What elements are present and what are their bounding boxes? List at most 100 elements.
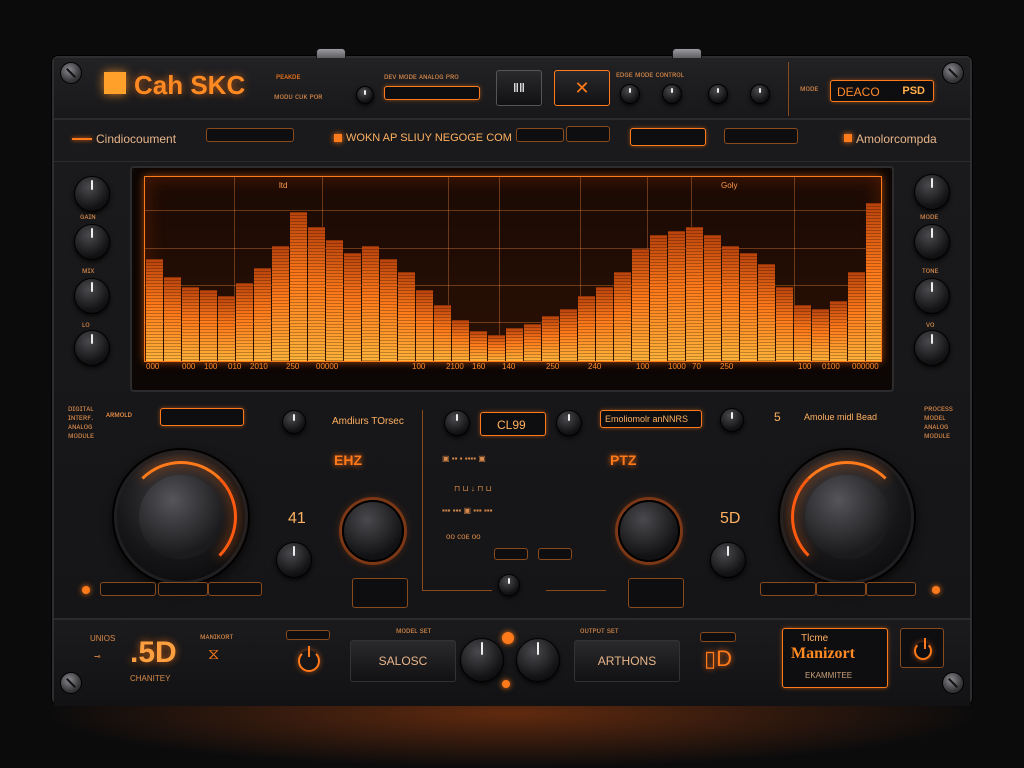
reflection-glow (40, 700, 984, 768)
center-readout-3: ▪▪▪ ▪▪▪ ▣ ▪▪▪ ▪▪▪ (442, 506, 493, 515)
right-medium-knob[interactable] (618, 500, 680, 562)
left-main-dial[interactable] (114, 450, 248, 584)
spectrum-bar (740, 253, 757, 361)
plug-icon: ⊸ (94, 652, 101, 661)
header-knob[interactable] (356, 86, 374, 104)
left-aux-knob[interactable] (276, 542, 312, 578)
header-right-caption: ᴍᴏᴅᴇ (800, 84, 819, 93)
center-readout-4: ᴏᴏ ᴄᴏᴇ ᴏᴏ (446, 532, 481, 541)
spectrum-bar (506, 327, 523, 361)
spectrum-bar (794, 305, 811, 361)
right-knob-2-label: ᴛᴏɴᴇ (922, 266, 939, 275)
app-title: Cah SKC (134, 70, 246, 100)
left-medium-knob[interactable] (342, 500, 404, 562)
audio-unit-panel: Cah SKC ᴘᴇᴀᴋᴅᴇ ᴍᴏᴅᴜ ᴄᴜᴋ ᴘᴏʀ ᴅᴇᴠ ᴍᴏᴅᴇ ᴀɴᴀ… (52, 48, 972, 706)
spectrum-bar (470, 331, 487, 361)
strip-center-field[interactable] (516, 128, 564, 142)
spectrum-bar (434, 305, 451, 361)
right-selector-label: Emoliomolr anNNRS (605, 414, 689, 424)
mode-button[interactable]: ǁǁ (496, 70, 542, 106)
screw-icon (60, 672, 82, 694)
center-right-knob[interactable] (556, 410, 582, 436)
left-output-box[interactable] (352, 578, 408, 608)
power-button-right[interactable] (914, 638, 932, 660)
bottom-knob-2[interactable] (516, 638, 560, 682)
left-selector[interactable] (160, 408, 244, 426)
header-knob-2[interactable] (662, 84, 682, 104)
salosc-button[interactable]: SALOSC (350, 640, 456, 682)
right-small-knob[interactable] (720, 408, 744, 432)
center-bottom-knob[interactable] (498, 574, 520, 596)
bottom-led-2 (502, 680, 510, 688)
left-small-knob[interactable] (282, 410, 306, 434)
right-mini-field-3[interactable] (866, 582, 916, 596)
left-knob-2[interactable] (74, 224, 110, 260)
strip-left-label: Cindiocoument (96, 132, 177, 146)
left-knob-1[interactable] (74, 176, 110, 212)
spectrum-bar (560, 308, 577, 361)
spectrum-bar (542, 316, 559, 361)
center-mini-box[interactable] (494, 548, 528, 560)
spectrum-bar (290, 212, 307, 361)
left-mini-field-3[interactable] (208, 582, 262, 596)
strip-center-label: WOKN AP SLIUY NEGOGE COM (346, 132, 512, 144)
header-caption: ᴍᴏᴅᴜ ᴄᴜᴋ ᴘᴏʀ (274, 92, 323, 101)
bottom-wings-icon: ⧖ (208, 646, 220, 663)
center-mini-box-2[interactable] (538, 548, 572, 560)
center-left-knob[interactable] (444, 410, 470, 436)
header-knob-3[interactable] (708, 84, 728, 104)
right-main-dial[interactable] (780, 450, 914, 584)
strip-right-led (844, 134, 852, 142)
bottom-knob-1[interactable] (460, 638, 504, 682)
left-knob-4[interactable] (74, 330, 110, 366)
preset-display[interactable]: DEACO PSD (830, 80, 934, 102)
left-mini-field-2[interactable] (158, 582, 208, 596)
left-knob-3[interactable] (74, 278, 110, 314)
right-knob-4[interactable] (914, 330, 950, 366)
right-mini-field[interactable] (760, 582, 816, 596)
strip-selector[interactable] (630, 128, 706, 146)
center-divider-left (422, 410, 423, 590)
right-knob-1[interactable] (914, 174, 950, 210)
top-bar: Cah SKC ᴘᴇᴀᴋᴅᴇ ᴍᴏᴅᴜ ᴄᴜᴋ ᴘᴏʀ ᴅᴇᴠ ᴍᴏᴅᴇ ᴀɴᴀ… (54, 58, 970, 120)
bottom-small-field[interactable] (286, 630, 330, 640)
strip-center-field-2[interactable] (566, 126, 610, 142)
right-mini-field-2[interactable] (816, 582, 866, 596)
header-knob-1[interactable] (620, 84, 640, 104)
strip-left-field[interactable] (206, 128, 294, 142)
spectrum-bar (848, 271, 865, 361)
divider (788, 62, 789, 116)
strip-right-field[interactable] (724, 128, 798, 144)
grid-line (145, 210, 881, 212)
left-mini-field[interactable] (100, 582, 156, 596)
screw-icon (60, 62, 82, 84)
frequency-tick-label: 250 (546, 362, 560, 371)
spectrum-bar (236, 282, 253, 361)
right-knob-3[interactable] (914, 278, 950, 314)
strip-led (72, 138, 92, 140)
bottom-small-field-2[interactable] (700, 632, 736, 642)
bottom-value-display: .5D (130, 636, 177, 669)
right-selector[interactable]: Emoliomolr anNNRS (600, 410, 702, 428)
header-readout (384, 86, 480, 100)
spectrum-bar (272, 245, 289, 361)
bottom-value-caption: CHANITEY (130, 674, 171, 683)
frequency-tick-label: 250 (286, 362, 300, 371)
left-section-value: EHZ (334, 452, 362, 468)
bottom-center-caption-2: ᴏᴜᴛᴘᴜᴛ sᴇᴛ (580, 626, 619, 635)
center-display: CL99 (480, 412, 546, 436)
frequency-tick-label: 0100 (822, 362, 840, 371)
header-knob-4[interactable] (750, 84, 770, 104)
close-button[interactable]: ✕ (554, 70, 610, 106)
right-aux-knob[interactable] (710, 542, 746, 578)
right-info-text: ᴘʀᴏᴄᴇss ᴍᴏᴅᴇʟ ᴀɴᴀʟᴏɢ ᴍᴏᴅᴜʟᴇ (924, 404, 953, 440)
spectrum-bar (632, 249, 649, 361)
left-status-led (82, 586, 90, 594)
brand-small: Tlcme (801, 633, 829, 644)
arthons-button[interactable]: ARTHONS (574, 640, 680, 682)
power-button-left[interactable] (298, 646, 320, 672)
right-output-box[interactable] (628, 578, 684, 608)
spectrum-bar (488, 334, 505, 361)
spectrum-plot: ltd Goly (144, 176, 882, 362)
right-knob-2[interactable] (914, 224, 950, 260)
